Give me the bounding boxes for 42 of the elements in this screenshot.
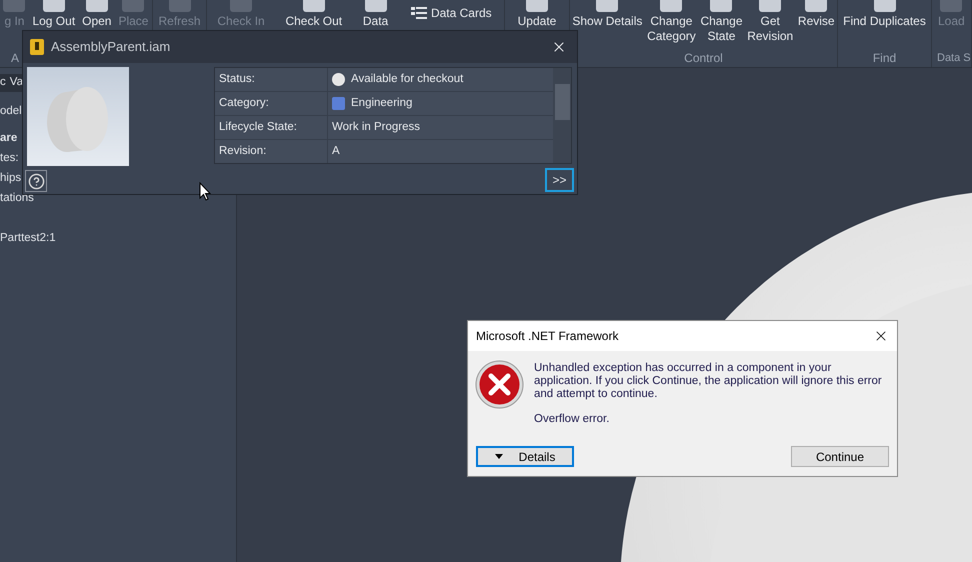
- error-detail: Overflow error.: [534, 413, 610, 426]
- ribbon-button[interactable]: Data: [360, 14, 390, 29]
- group-label: Find: [872, 50, 898, 67]
- property-label: Status:: [215, 68, 328, 91]
- error-message: Unhandled exception has occurred in a component in your application. If you click Continue, the application will ignore this error and attempt to continue.: [534, 362, 883, 401]
- group-label: Control: [683, 50, 724, 67]
- property-label: Revision:: [215, 140, 328, 163]
- property-value: Engineering: [351, 96, 412, 111]
- app-logo-icon: [29, 38, 45, 56]
- data-cards-button[interactable]: Data Cards: [406, 4, 496, 22]
- property-value: Available for checkout: [351, 72, 464, 87]
- ribbon-button[interactable]: Revise: [796, 14, 837, 29]
- ribbon-button[interactable]: Show Details: [570, 14, 644, 29]
- error-icon: [475, 360, 524, 409]
- help-icon[interactable]: [25, 170, 47, 192]
- ribbon-button[interactable]: Update: [516, 14, 558, 29]
- ribbon-button[interactable]: Change State: [698, 14, 744, 44]
- ribbon-button[interactable]: Log Out: [30, 14, 78, 29]
- caret-icon: [494, 454, 503, 459]
- expand-button[interactable]: >>: [545, 168, 574, 192]
- property-value: Work in Progress: [332, 120, 420, 135]
- details-button[interactable]: Details: [476, 446, 574, 467]
- ribbon-button[interactable]: Find Duplicates: [841, 14, 928, 29]
- scroll-thumb[interactable]: [554, 84, 570, 120]
- property-label: Category:: [215, 92, 328, 115]
- browser-tab[interactable]: Va: [10, 74, 23, 92]
- ribbon-button[interactable]: Change Category: [645, 14, 698, 44]
- continue-button[interactable]: Continue: [791, 446, 889, 467]
- browser-tab[interactable]: c: [0, 74, 6, 92]
- dialog-title: Microsoft .NET Framework: [476, 328, 620, 345]
- property-label: Lifecycle State:: [215, 116, 328, 139]
- property-value: A: [332, 144, 340, 159]
- group-label: Data S: [936, 51, 971, 66]
- ribbon-button[interactable]: Check Out: [283, 14, 344, 29]
- popup-title: AssemblyParent.iam: [51, 38, 172, 56]
- cursor-icon: [199, 182, 211, 201]
- tree-item[interactable]: Parttest2:1: [0, 228, 236, 248]
- ribbon-button[interactable]: Get Revision: [745, 14, 796, 44]
- group-label: A: [10, 50, 20, 67]
- scrollbar[interactable]: [553, 68, 571, 163]
- list-icon: [410, 6, 427, 20]
- ribbon-button[interactable]: Open: [80, 14, 114, 29]
